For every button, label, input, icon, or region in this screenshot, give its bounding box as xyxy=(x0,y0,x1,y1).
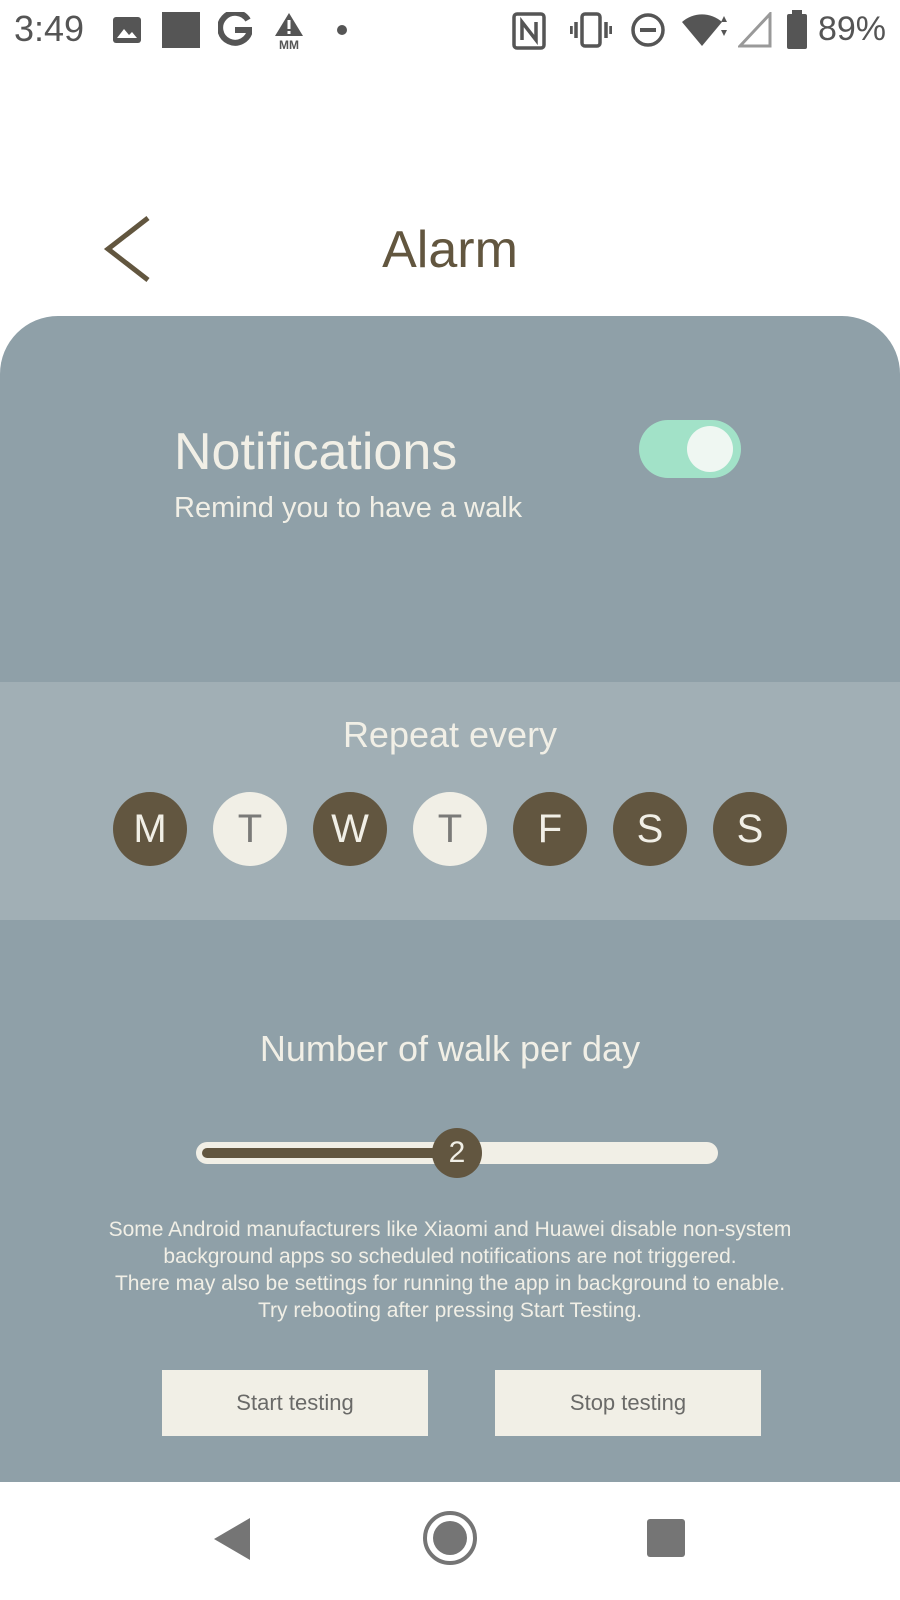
toggle-knob xyxy=(687,426,733,472)
day-saturday[interactable]: S xyxy=(613,792,687,866)
image-icon xyxy=(113,17,141,43)
notifications-title: Notifications xyxy=(174,423,458,481)
slider-thumb[interactable]: 2 xyxy=(432,1128,482,1178)
page-title: Alarm xyxy=(382,221,518,279)
notifications-subtitle: Remind you to have a walk xyxy=(174,492,523,524)
start-testing-button[interactable]: Start testing xyxy=(162,1370,428,1436)
note-line: background apps so scheduled notificatio… xyxy=(163,1245,737,1268)
battery-icon xyxy=(787,10,807,49)
day-friday[interactable]: F xyxy=(513,792,587,866)
mm-alert-icon: MM xyxy=(275,13,303,50)
google-g-icon xyxy=(218,12,252,46)
dot-icon xyxy=(337,25,347,35)
day-selector: M T W T F S S xyxy=(0,792,900,866)
slider-fill xyxy=(202,1148,457,1158)
wifi-icon xyxy=(682,14,727,46)
background-apps-note: Some Android manufacturers like Xiaomi a… xyxy=(40,1216,860,1324)
settings-panel: Notifications Remind you to have a walk … xyxy=(0,316,900,1482)
walks-per-day-label: Number of walk per day xyxy=(259,1028,641,1069)
svg-text:MM: MM xyxy=(279,38,299,50)
status-bar: 3:49 MM 89% xyxy=(0,0,900,62)
nfc-icon xyxy=(512,12,546,50)
note-line: Try rebooting after pressing Start Testi… xyxy=(257,1299,643,1322)
day-wednesday[interactable]: W xyxy=(313,792,387,866)
repeat-section: Repeat every M T W T F S S xyxy=(0,682,900,920)
vibrate-icon xyxy=(570,12,612,48)
notifications-toggle[interactable] xyxy=(639,420,741,478)
note-line: There may also be settings for running t… xyxy=(114,1272,786,1295)
signal-icon xyxy=(738,12,772,48)
repeat-label: Repeat every xyxy=(342,714,558,755)
nav-home-icon xyxy=(423,1511,477,1565)
nav-recents-button[interactable] xyxy=(646,1518,686,1563)
navigation-bar xyxy=(0,1482,900,1600)
battery-percent: 89% xyxy=(817,10,886,48)
header: Alarm xyxy=(0,180,900,300)
do-not-disturb-icon xyxy=(631,13,665,47)
status-time: 3:49 xyxy=(14,8,85,49)
day-thursday[interactable]: T xyxy=(413,792,487,866)
note-line: Some Android manufacturers like Xiaomi a… xyxy=(108,1218,792,1241)
day-monday[interactable]: M xyxy=(113,792,187,866)
stop-testing-button[interactable]: Stop testing xyxy=(495,1370,761,1436)
walks-slider[interactable]: 2 xyxy=(196,1128,718,1178)
day-tuesday[interactable]: T xyxy=(213,792,287,866)
screen: 3:49 MM 89% Alarm Notifications Remind y… xyxy=(0,0,900,1600)
day-sunday[interactable]: S xyxy=(713,792,787,866)
nav-back-button[interactable] xyxy=(210,1516,254,1567)
nav-recents-icon xyxy=(647,1519,685,1557)
nav-back-icon xyxy=(214,1518,250,1560)
nav-home-button[interactable] xyxy=(422,1510,478,1571)
square-icon xyxy=(162,12,200,48)
